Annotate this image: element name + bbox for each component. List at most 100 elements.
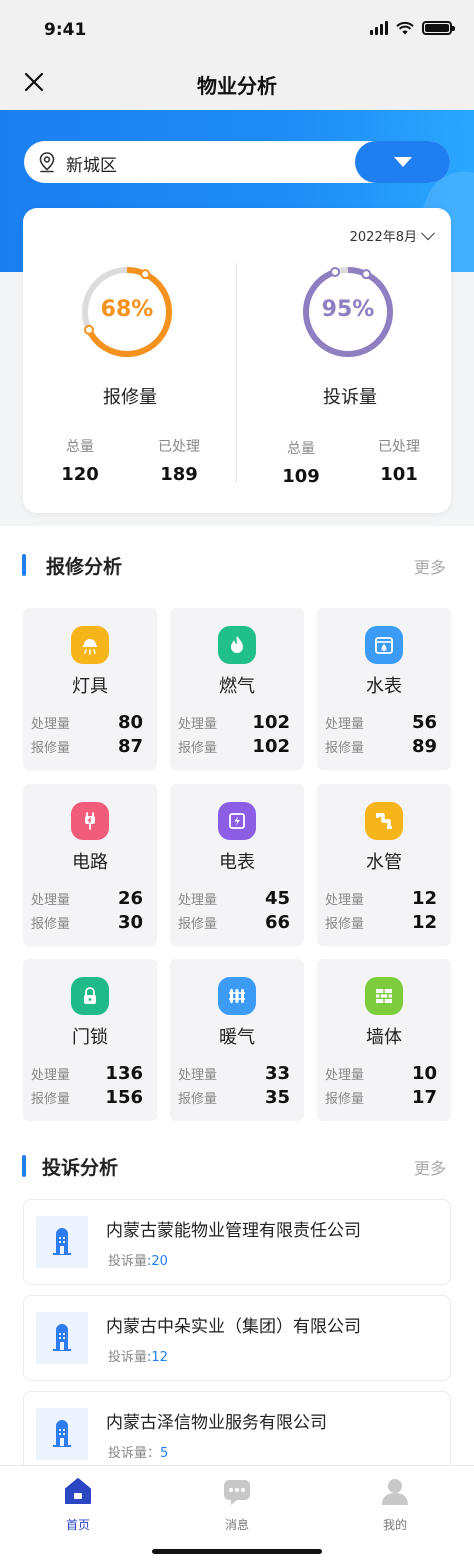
repair-tile[interactable]: 水管处理量 12 报修量 12 (317, 784, 451, 946)
handled-label: 处理量 (325, 717, 365, 732)
reported-row: 报修量 87 (31, 736, 143, 757)
handled-row: 处理量 102 (178, 712, 290, 733)
complaint-total-value: 109 (282, 466, 320, 487)
repair-tile[interactable]: 电表处理量 45 报修量 66 (170, 784, 304, 946)
reported-value: 87 (117, 736, 143, 757)
repair-tile[interactable]: 电路处理量 26 报修量 30 (23, 784, 157, 946)
district-selector[interactable]: 新城区 (24, 141, 450, 183)
tab-mine[interactable]: 我的 (355, 1476, 435, 1533)
handled-row: 处理量 12 (325, 888, 437, 909)
handled-label: 处理量 (31, 893, 71, 908)
repair-section-title: 报修分析 (46, 556, 123, 578)
status-time: 9:41 (44, 20, 87, 40)
reported-row: 报修量 30 (31, 912, 143, 933)
pipe-icon (365, 802, 403, 840)
reported-label: 报修量 (31, 741, 71, 756)
reported-row: 报修量 156 (31, 1087, 143, 1108)
district-dropdown-button[interactable] (355, 141, 450, 183)
reported-label: 报修量 (178, 741, 218, 756)
complaint-company-item[interactable]: 内蒙古中朵实业（集团）有限公司 投诉量:12 (23, 1295, 451, 1381)
handled-value: 45 (264, 888, 290, 909)
reported-value: 156 (105, 1087, 143, 1108)
tab-messages[interactable]: 消息 (197, 1476, 277, 1533)
handled-label: 处理量 (325, 893, 365, 908)
reported-value: 35 (264, 1087, 290, 1108)
reported-label: 报修量 (31, 1092, 71, 1107)
reported-value: 89 (411, 736, 437, 757)
handled-value: 33 (264, 1063, 290, 1084)
brick-wall-icon (365, 977, 403, 1015)
page-title: 物业分析 (197, 74, 277, 98)
repair-percent: 68% (100, 297, 154, 322)
complaint-count: 投诉量：5 (108, 1442, 168, 1461)
repair-tile[interactable]: 水表 处理量 56 报修量 89 (317, 608, 451, 770)
reported-row: 报修量 35 (178, 1087, 290, 1108)
handled-value: 102 (252, 712, 290, 733)
complaint-more-link[interactable]: 更多 (414, 1155, 446, 1179)
handled-label: 处理量 (325, 1068, 365, 1083)
complaint-count-value: 5 (160, 1446, 169, 1461)
complaint-total-label: 总量 (287, 441, 315, 457)
repair-tile[interactable]: 暖气处理量 33 报修量 35 (170, 959, 304, 1121)
reported-row: 报修量 66 (178, 912, 290, 933)
complaint-stats: 95% 投诉量 总量 109 已处理 101 (237, 208, 451, 513)
complaint-count: 投诉量:20 (108, 1250, 168, 1269)
reported-value: 12 (411, 912, 437, 933)
complaint-company-item[interactable]: 内蒙古蒙能物业管理有限责任公司 投诉量:20 (23, 1199, 451, 1285)
battery-icon (422, 21, 455, 35)
tab-home-label: 首页 (65, 1518, 90, 1532)
wifi-icon (396, 21, 414, 35)
repair-handled-label: 已处理 (158, 439, 200, 455)
repair-tile-name: 墙体 (366, 1027, 402, 1048)
repair-tile[interactable]: 燃气 处理量 102 报修量 102 (170, 608, 304, 770)
complaint-section-title: 投诉分析 (42, 1157, 119, 1179)
repair-total-label: 总量 (66, 439, 94, 455)
reported-row: 报修量 102 (178, 736, 290, 757)
handled-value: 56 (411, 712, 437, 733)
handled-row: 处理量 26 (31, 888, 143, 909)
building-icon (36, 1408, 88, 1460)
section-accent-bar (22, 1155, 26, 1177)
company-name: 内蒙古中朵实业（集团）有限公司 (106, 1317, 361, 1337)
handled-value: 136 (105, 1063, 143, 1084)
section-accent-bar (22, 554, 26, 576)
tab-mine-label: 我的 (382, 1518, 407, 1532)
complaint-percent: 95% (321, 297, 375, 322)
reported-label: 报修量 (178, 1092, 218, 1107)
repair-tile-name: 水管 (366, 852, 402, 873)
handled-label: 处理量 (178, 1068, 218, 1083)
reported-value: 17 (411, 1087, 437, 1108)
location-pin-icon (39, 152, 55, 173)
status-icons (370, 21, 455, 35)
tab-home[interactable]: 首页 (38, 1476, 118, 1533)
repair-tile[interactable]: 墙体 处理量 10 报修量 17 (317, 959, 451, 1121)
reported-row: 报修量 89 (325, 736, 437, 757)
repair-tile-name: 燃气 (219, 676, 255, 697)
repair-more-link[interactable]: 更多 (414, 554, 446, 578)
company-name: 内蒙古蒙能物业管理有限责任公司 (106, 1221, 361, 1241)
handled-value: 12 (411, 888, 437, 909)
repair-tile-name: 电表 (219, 852, 255, 873)
reported-label: 报修量 (325, 917, 365, 932)
repair-progress-ring: 68% (79, 264, 175, 360)
repair-tile-name: 暖气 (219, 1027, 255, 1048)
handled-row: 处理量 56 (325, 712, 437, 733)
handled-row: 处理量 136 (31, 1063, 143, 1084)
complaint-handled-value: 101 (380, 464, 418, 485)
repair-handled-value: 189 (160, 464, 198, 485)
building-icon (36, 1312, 88, 1364)
complaint-count-label: 投诉量 (108, 1350, 148, 1365)
handled-label: 处理量 (178, 893, 218, 908)
reported-row: 报修量 12 (325, 912, 437, 933)
flame-icon (218, 626, 256, 664)
repair-tile-name: 电路 (72, 852, 108, 873)
repair-tile[interactable]: 灯具 处理量 80 报修量 87 (23, 608, 157, 770)
reported-row: 报修量 17 (325, 1087, 437, 1108)
repair-total-value: 120 (61, 464, 99, 485)
tab-messages-label: 消息 (224, 1518, 249, 1532)
signal-icon (370, 21, 388, 35)
reported-label: 报修量 (325, 1092, 365, 1107)
user-icon (382, 1479, 408, 1505)
complaint-handled: 已处理 101 (349, 436, 449, 485)
repair-tile[interactable]: 门锁 处理量 136 报修量 156 (23, 959, 157, 1121)
